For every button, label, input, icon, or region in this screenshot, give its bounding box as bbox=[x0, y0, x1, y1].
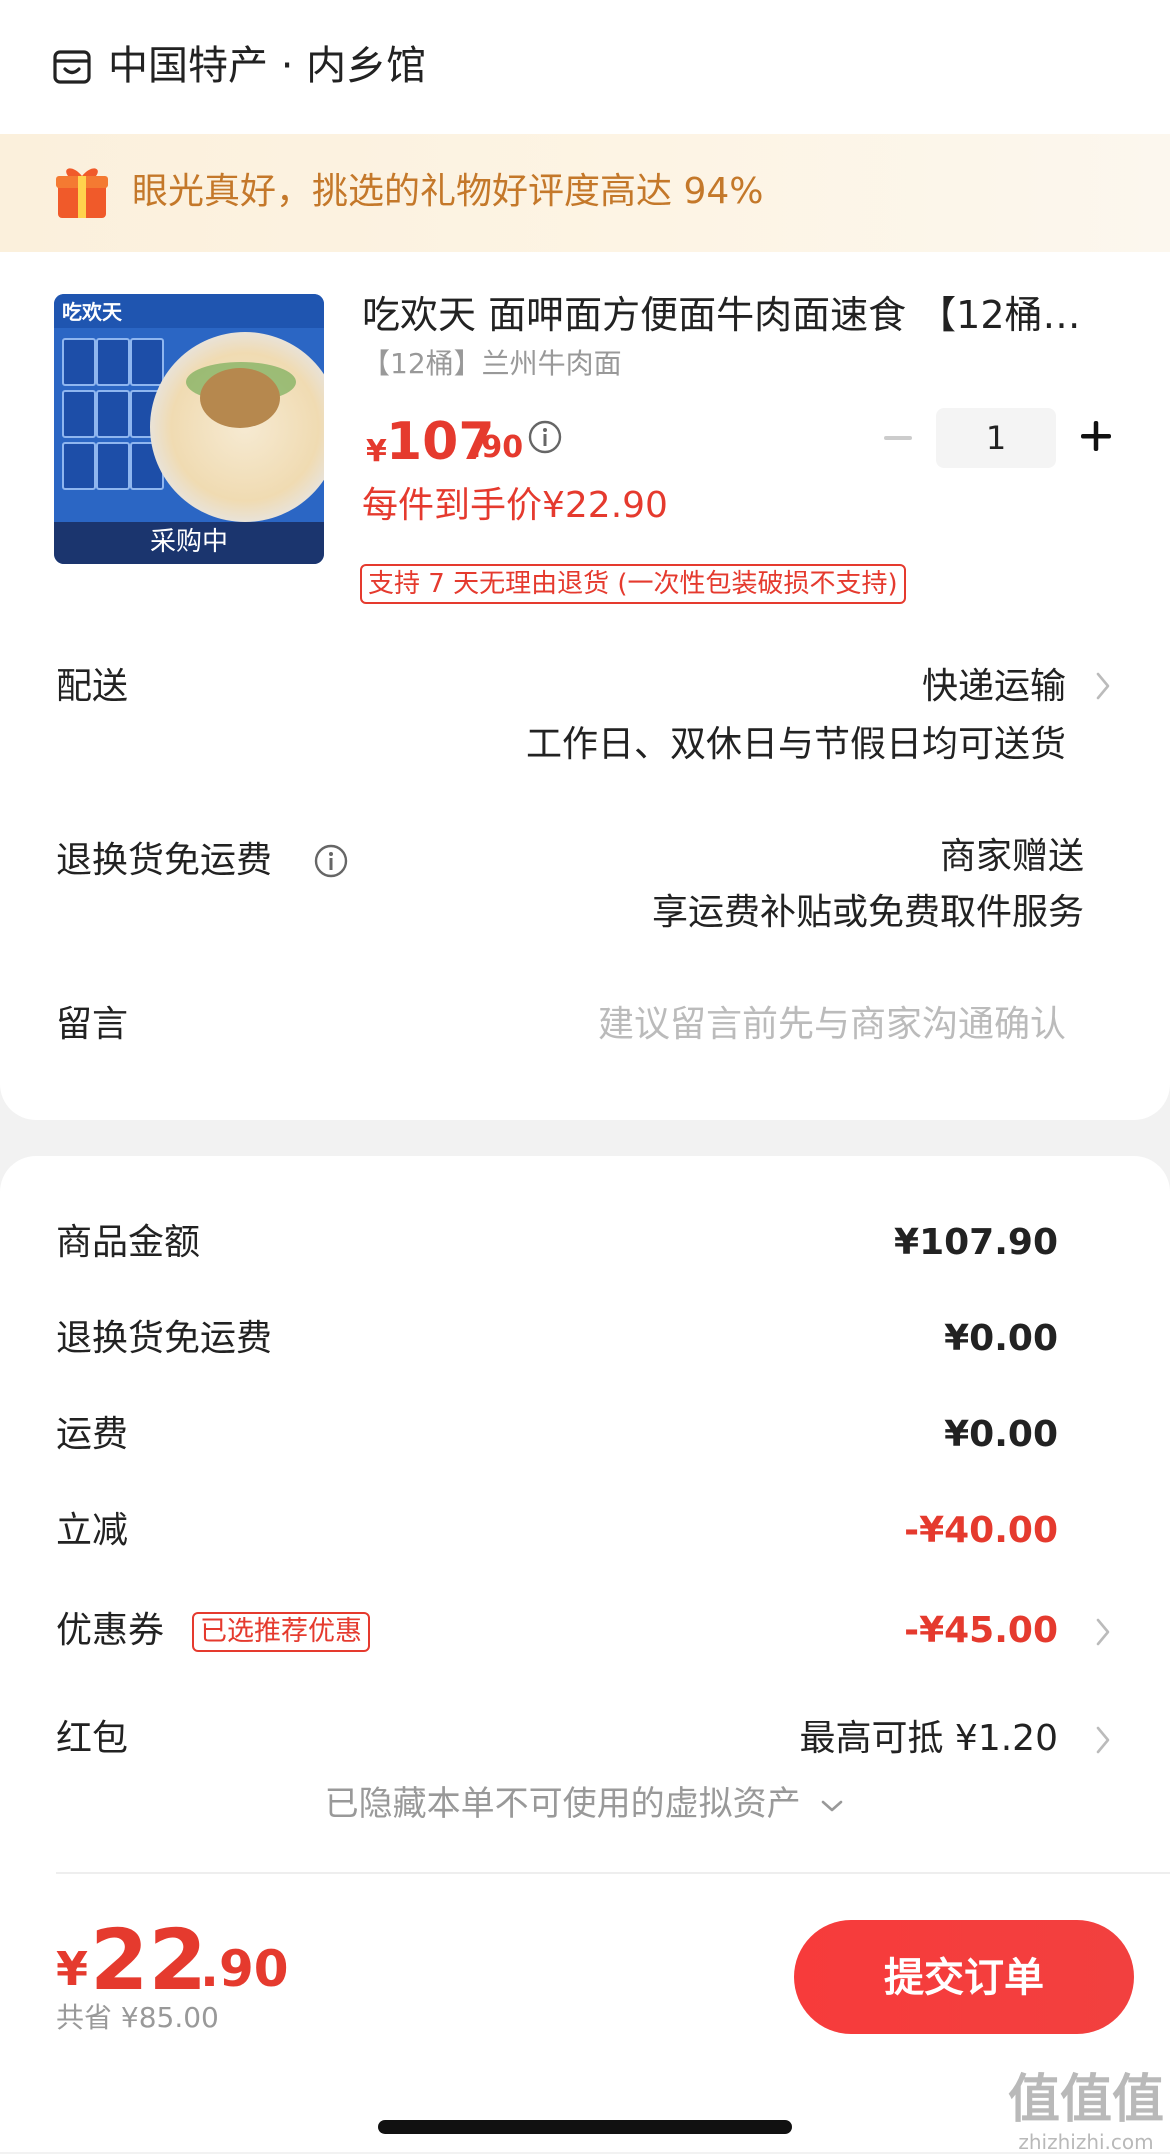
submit-order-button[interactable]: 提交订单 bbox=[794, 1920, 1134, 2034]
chevron-down-icon bbox=[822, 1800, 843, 1811]
shop-name[interactable]: 中国特产 · 内乡馆 bbox=[108, 38, 426, 94]
quantity-plus-button[interactable] bbox=[1076, 416, 1116, 456]
total-decimal: .90 bbox=[200, 1940, 289, 1998]
goods-amount-label: 商品金额 bbox=[56, 1222, 201, 1263]
checkout-bar: ¥ 22 .90 共省 ¥85.00 提交订单 bbox=[0, 1896, 1170, 2152]
price-summary-card: 商品金额 ¥107.90 退换货免运费 ¥0.00 运费 ¥0.00 立减 -¥… bbox=[0, 1156, 1170, 1896]
total-saved: 共省 ¥85.00 bbox=[56, 2001, 219, 2034]
message-input[interactable]: 建议留言前先与商家沟通确认 bbox=[598, 1000, 1066, 1050]
hidden-assets-toggle[interactable]: 已隐藏本单不可使用的虚拟资产 bbox=[0, 1780, 1170, 1828]
return-shipping-note: 享运费补贴或免费取件服务 bbox=[651, 892, 1084, 933]
noodle-cup bbox=[62, 338, 96, 386]
redpacket-label: 红包 bbox=[56, 1718, 129, 1759]
goods-amount-value: ¥107.90 bbox=[894, 1222, 1058, 1263]
store-icon bbox=[53, 50, 91, 84]
noodle-bowl bbox=[150, 332, 324, 522]
noodle-cup bbox=[62, 390, 96, 438]
return-policy-tag: 支持 7 天无理由退货 (一次性包装破损不支持) bbox=[360, 564, 906, 604]
purchasing-badge: 采购中 bbox=[149, 527, 228, 557]
return-fee-value: ¥0.00 bbox=[944, 1318, 1058, 1359]
hidden-assets-text: 已隐藏本单不可使用的虚拟资产 bbox=[324, 1784, 801, 1824]
praise-text: 眼光真好，挑选的礼物好评度高达 94% bbox=[132, 171, 764, 212]
discount-label: 立减 bbox=[56, 1510, 129, 1551]
total-currency: ¥ bbox=[56, 1942, 89, 1996]
order-info-card: 吃欢天 采购中 吃欢天 面呷面方便面牛肉面速食 【12桶… 【12桶】兰州牛肉面… bbox=[0, 252, 1170, 1120]
header-bar: 中国特产 · 内乡馆 bbox=[0, 0, 1170, 134]
coupon-value[interactable]: -¥45.00 bbox=[904, 1606, 1058, 1656]
discount-value: -¥40.00 bbox=[904, 1510, 1058, 1551]
noodle-cup bbox=[62, 442, 96, 490]
watermark-logo: 值值值 bbox=[1007, 2070, 1164, 2130]
coupon-label: 优惠券 bbox=[56, 1610, 165, 1651]
shipping-value: ¥0.00 bbox=[944, 1414, 1058, 1455]
price-info-icon[interactable] bbox=[528, 420, 562, 454]
image-brand-text: 吃欢天 bbox=[62, 300, 122, 324]
chevron-right-icon[interactable] bbox=[1092, 1722, 1114, 1758]
watermark-url: zhizhizhi.com bbox=[1018, 2130, 1154, 2154]
chevron-right-icon[interactable] bbox=[1092, 668, 1114, 704]
praise-banner: 眼光真好，挑选的礼物好评度高达 94% bbox=[0, 134, 1170, 252]
unit-price: 每件到手价¥22.90 bbox=[362, 485, 668, 526]
price-decimal: .90 bbox=[470, 430, 524, 465]
coupon-selected-tag: 已选推荐优惠 bbox=[192, 1612, 370, 1652]
total-integer: 22 bbox=[90, 1911, 207, 2009]
return-fee-label: 退换货免运费 bbox=[56, 1318, 273, 1359]
product-title[interactable]: 吃欢天 面呷面方便面牛肉面速食 【12桶… bbox=[362, 288, 1118, 342]
return-shipping-value: 商家赠送 bbox=[939, 836, 1084, 877]
home-indicator[interactable] bbox=[378, 2120, 792, 2134]
noodle-cup bbox=[96, 338, 130, 386]
message-label: 留言 bbox=[56, 1004, 129, 1045]
noodle-cup bbox=[130, 338, 164, 386]
quantity-minus-button[interactable] bbox=[878, 418, 918, 458]
beef-topping bbox=[200, 368, 280, 428]
delivery-note: 工作日、双休日与节假日均可送货 bbox=[525, 724, 1066, 765]
noodle-cup bbox=[96, 442, 130, 490]
delivery-label: 配送 bbox=[56, 666, 129, 707]
gift-icon bbox=[56, 168, 108, 218]
redpacket-value[interactable]: 最高可抵 ¥1.20 bbox=[799, 1714, 1058, 1764]
return-shipping-label: 退换货免运费 bbox=[56, 840, 273, 881]
price-currency: ¥ bbox=[366, 434, 387, 469]
product-image[interactable]: 吃欢天 采购中 bbox=[54, 294, 324, 564]
quantity-value[interactable]: 1 bbox=[936, 408, 1056, 468]
return-shipping-info-icon[interactable] bbox=[314, 844, 348, 878]
shipping-label: 运费 bbox=[56, 1414, 129, 1455]
delivery-method[interactable]: 快递运输 bbox=[922, 662, 1066, 712]
product-spec[interactable]: 【12桶】兰州牛肉面 bbox=[362, 344, 622, 384]
divider bbox=[56, 1872, 1170, 1874]
noodle-cup bbox=[96, 390, 130, 438]
watermark: 值值值 zhizhizhi.com bbox=[1008, 2070, 1164, 2154]
chevron-right-icon[interactable] bbox=[1092, 1614, 1114, 1650]
